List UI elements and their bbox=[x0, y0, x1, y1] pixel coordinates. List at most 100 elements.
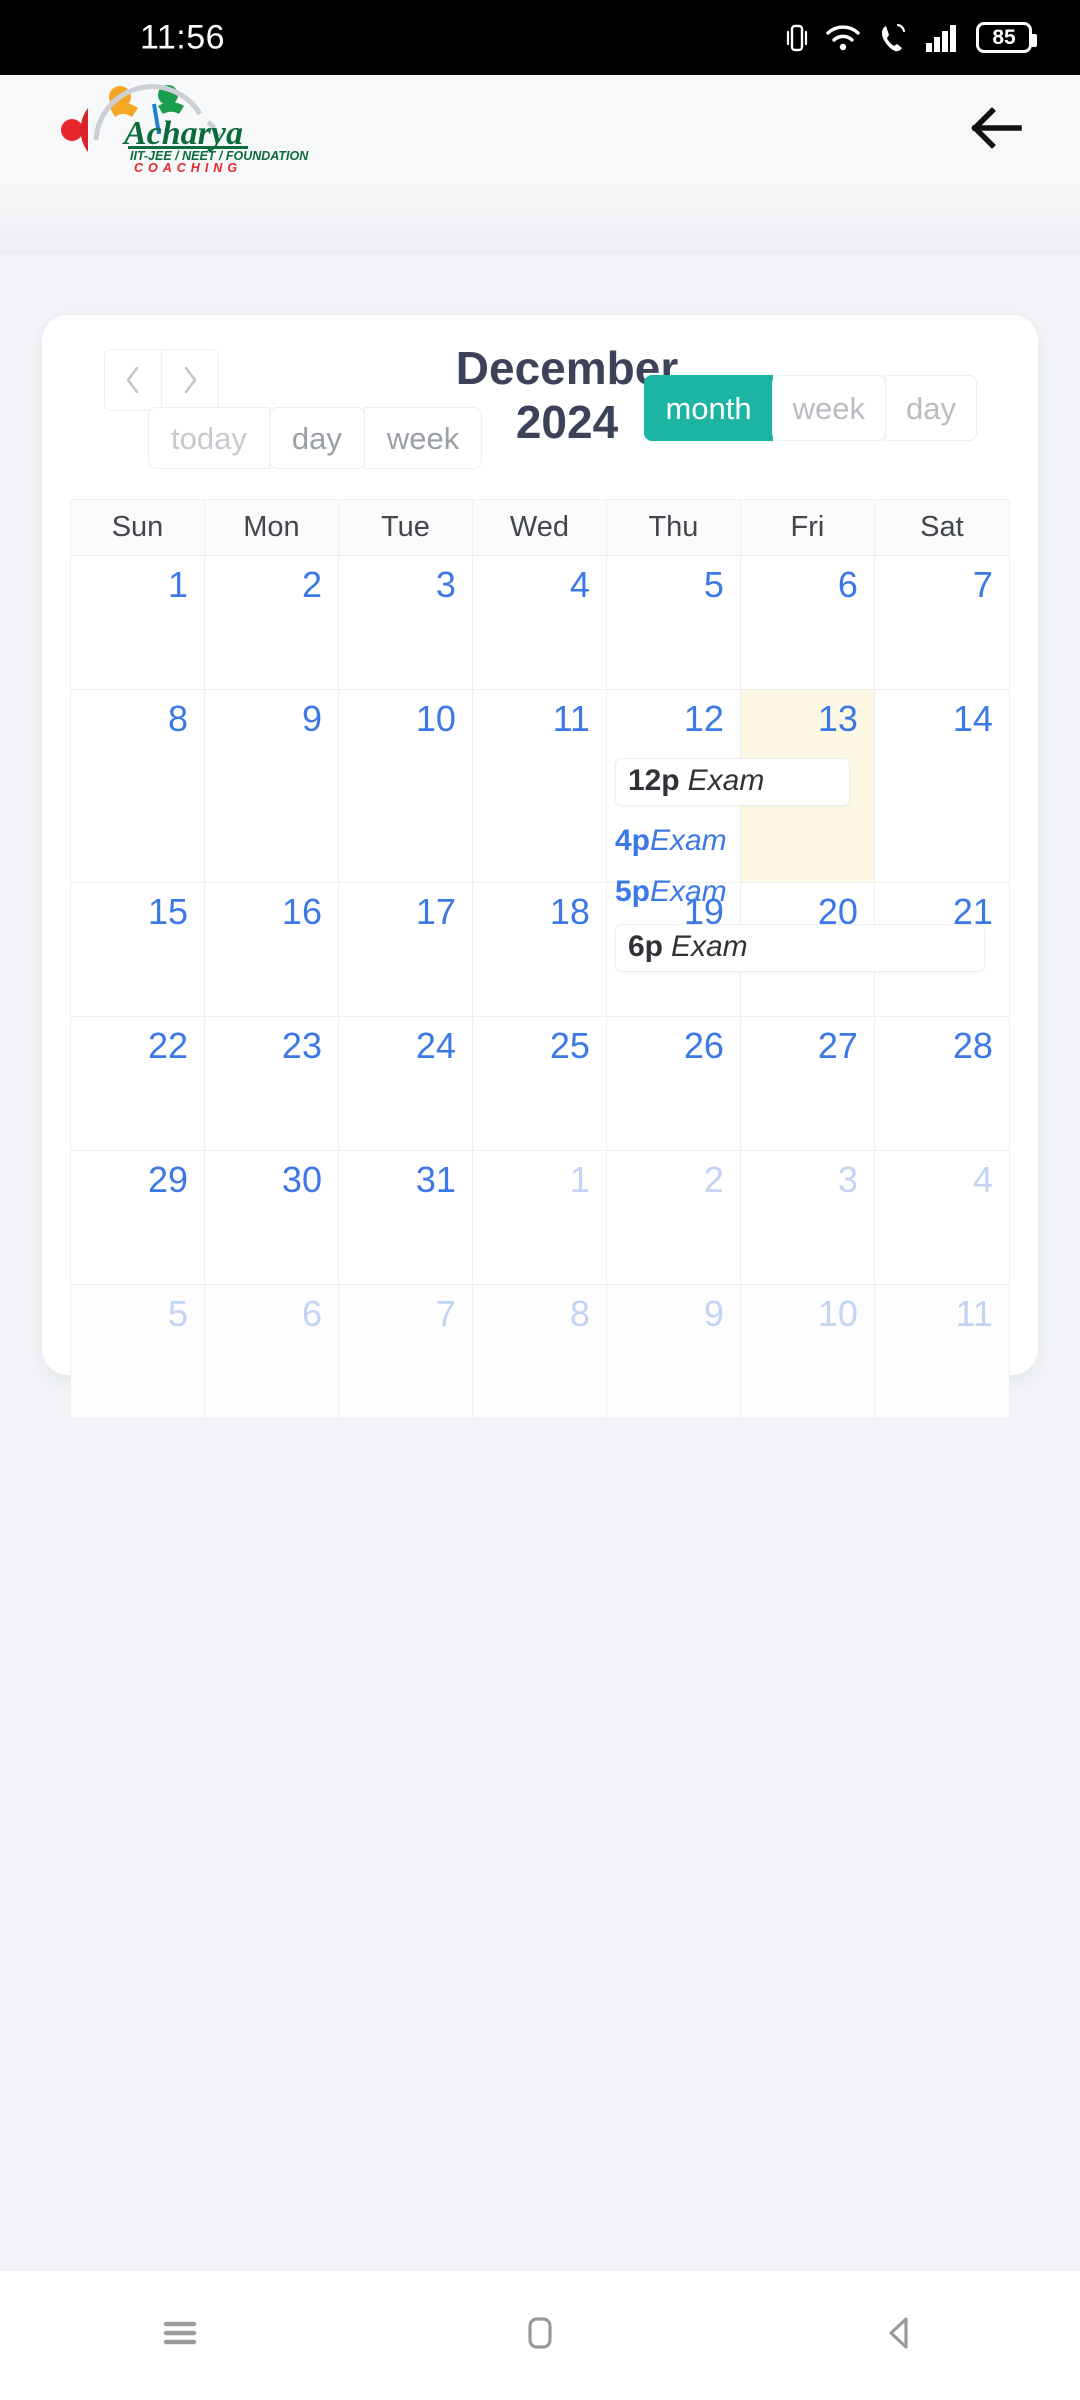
recents-button[interactable] bbox=[120, 2291, 240, 2381]
calendar-day-cell[interactable]: 14 bbox=[874, 690, 1009, 883]
calendar-day-cell[interactable]: 2 bbox=[606, 1151, 741, 1285]
calendar-grid: Sun Mon Tue Wed Thu Fri Sat 1 2 3 4 5 6 7 8 9 10 11 12 12p… bbox=[70, 499, 1010, 1419]
day-number: 18 bbox=[549, 891, 590, 932]
next-month-button[interactable] bbox=[161, 349, 219, 411]
home-button[interactable] bbox=[480, 2291, 600, 2381]
day-number: 5 bbox=[703, 564, 724, 605]
view-month-button[interactable]: month bbox=[644, 375, 773, 441]
event-title: Exam bbox=[670, 930, 748, 963]
view-switch-group: month week day bbox=[644, 375, 977, 441]
calendar-event[interactable]: 4pExam bbox=[607, 820, 740, 864]
arrow-left-icon bbox=[969, 105, 1025, 156]
calendar-week-row: 1 2 3 4 5 6 7 bbox=[71, 556, 1009, 690]
calendar-day-cell[interactable]: 5 bbox=[71, 1285, 205, 1419]
day-number: 6 bbox=[837, 564, 858, 605]
calendar-day-cell[interactable]: 27 bbox=[740, 1017, 875, 1151]
weekday-header-wed: Wed bbox=[472, 500, 607, 556]
day-number: 14 bbox=[952, 698, 993, 739]
svg-text:COACHING: COACHING bbox=[134, 161, 242, 174]
weekday-header-sat: Sat bbox=[874, 500, 1009, 556]
calendar-event[interactable]: 12p Exam bbox=[614, 758, 850, 806]
day-number: 22 bbox=[147, 1025, 188, 1066]
day-number: 26 bbox=[683, 1025, 724, 1066]
calendar-day-cell[interactable]: 7 bbox=[874, 556, 1009, 690]
weekday-header-fri: Fri bbox=[740, 500, 875, 556]
calendar-week-row: 8 9 10 11 12 12p Exam 4pExam 5pExam 6p Exam 13 14 bbox=[71, 690, 1009, 972]
calendar-day-cell[interactable]: 17 bbox=[338, 883, 473, 1017]
calendar-day-cell[interactable]: 8 bbox=[472, 1285, 607, 1419]
view-day-button[interactable]: day bbox=[885, 375, 977, 441]
day-number: 9 bbox=[703, 1293, 724, 1334]
calendar-day-cell[interactable]: 26 bbox=[606, 1017, 741, 1151]
day-number: 16 bbox=[281, 891, 322, 932]
view-week-button[interactable]: week bbox=[771, 375, 887, 441]
calendar-day-cell[interactable]: 30 bbox=[204, 1151, 339, 1285]
calendar-day-cell[interactable]: 4 bbox=[874, 1151, 1009, 1285]
day-number: 3 bbox=[837, 1159, 858, 1200]
calendar-day-cell[interactable]: 7 bbox=[338, 1285, 473, 1419]
back-button[interactable] bbox=[960, 93, 1034, 167]
weekday-header-mon: Mon bbox=[204, 500, 339, 556]
today-button[interactable]: today bbox=[148, 407, 270, 469]
day-number: 8 bbox=[167, 698, 188, 739]
calendar-day-cell[interactable]: 16 bbox=[204, 883, 339, 1017]
back-nav-button[interactable] bbox=[840, 2291, 960, 2381]
calendar-day-cell[interactable]: 10 bbox=[740, 1285, 875, 1419]
prev-month-button[interactable] bbox=[104, 349, 162, 411]
calendar-day-cell[interactable]: 15 bbox=[71, 883, 205, 1017]
vibrate-icon bbox=[786, 21, 808, 55]
home-square-icon bbox=[518, 2311, 562, 2360]
back-triangle-icon bbox=[878, 2311, 922, 2360]
battery-icon: 85 bbox=[976, 22, 1037, 53]
day-number: 10 bbox=[415, 698, 456, 739]
day-number: 10 bbox=[817, 1293, 858, 1334]
day-number: 25 bbox=[549, 1025, 590, 1066]
day-number: 1 bbox=[569, 1159, 590, 1200]
today-button-group: today day week bbox=[148, 407, 483, 469]
calendar-day-cell[interactable]: 25 bbox=[472, 1017, 607, 1151]
calendar-card: today day week December 2024 month week … bbox=[42, 315, 1038, 1419]
calendar-day-cell[interactable]: 12 12p Exam 4pExam 5pExam 6p Exam bbox=[606, 690, 985, 972]
calendar-day-cell[interactable]: 31 bbox=[338, 1151, 473, 1285]
app-header: Acharya IIT-JEE / NEET / FOUNDATION COAC… bbox=[0, 75, 1080, 185]
calendar-toolbar: today day week December 2024 month week … bbox=[70, 342, 1010, 495]
day-number: 11 bbox=[552, 698, 590, 739]
calendar-event[interactable]: 6p Exam bbox=[614, 924, 985, 972]
acharya-logo: Acharya IIT-JEE / NEET / FOUNDATION COAC… bbox=[58, 82, 318, 179]
calendar-day-cell[interactable]: 28 bbox=[874, 1017, 1009, 1151]
calendar-day-cell[interactable]: 8 bbox=[71, 690, 205, 883]
system-navigation-bar bbox=[0, 2270, 1080, 2400]
calendar-day-cell[interactable]: 24 bbox=[338, 1017, 473, 1151]
calendar-day-cell[interactable]: 3 bbox=[338, 556, 473, 690]
day-number: 5 bbox=[167, 1293, 188, 1334]
day-number: 9 bbox=[301, 698, 322, 739]
calendar-nav-group bbox=[104, 349, 219, 411]
day-button[interactable]: day bbox=[268, 407, 365, 469]
day-number: 29 bbox=[147, 1159, 188, 1200]
calendar-day-cell[interactable]: 11 bbox=[472, 690, 607, 883]
calendar-day-cell[interactable]: 11 bbox=[874, 1285, 1009, 1419]
calendar-day-cell[interactable]: 3 bbox=[740, 1151, 875, 1285]
calendar-day-cell[interactable]: 1 bbox=[71, 556, 205, 690]
signal-icon bbox=[925, 23, 959, 53]
day-number: 27 bbox=[817, 1025, 858, 1066]
calendar-day-cell[interactable]: 6 bbox=[740, 556, 875, 690]
calendar-day-cell[interactable]: 29 bbox=[71, 1151, 205, 1285]
calendar-day-cell[interactable]: 10 bbox=[338, 690, 473, 883]
calendar-day-cell[interactable]: 6 bbox=[204, 1285, 339, 1419]
calendar-day-cell[interactable]: 9 bbox=[606, 1285, 741, 1419]
calendar-day-cell[interactable]: 4 bbox=[472, 556, 607, 690]
calendar-day-cell[interactable]: 2 bbox=[204, 556, 339, 690]
calendar-day-cell[interactable]: 22 bbox=[71, 1017, 205, 1151]
calendar-day-cell[interactable]: 18 bbox=[472, 883, 607, 1017]
day-number: 1 bbox=[167, 564, 188, 605]
status-bar-clock: 11:56 bbox=[140, 18, 226, 56]
day-number: 11 bbox=[955, 1293, 993, 1334]
day-number: 30 bbox=[281, 1159, 322, 1200]
calendar-day-cell[interactable]: 5 bbox=[606, 556, 741, 690]
calendar-day-cell[interactable]: 1 bbox=[472, 1151, 607, 1285]
calendar-day-cell[interactable]: 23 bbox=[204, 1017, 339, 1151]
day-number: 31 bbox=[415, 1159, 456, 1200]
calendar-day-cell[interactable]: 9 bbox=[204, 690, 339, 883]
menu-icon bbox=[156, 2313, 204, 2358]
